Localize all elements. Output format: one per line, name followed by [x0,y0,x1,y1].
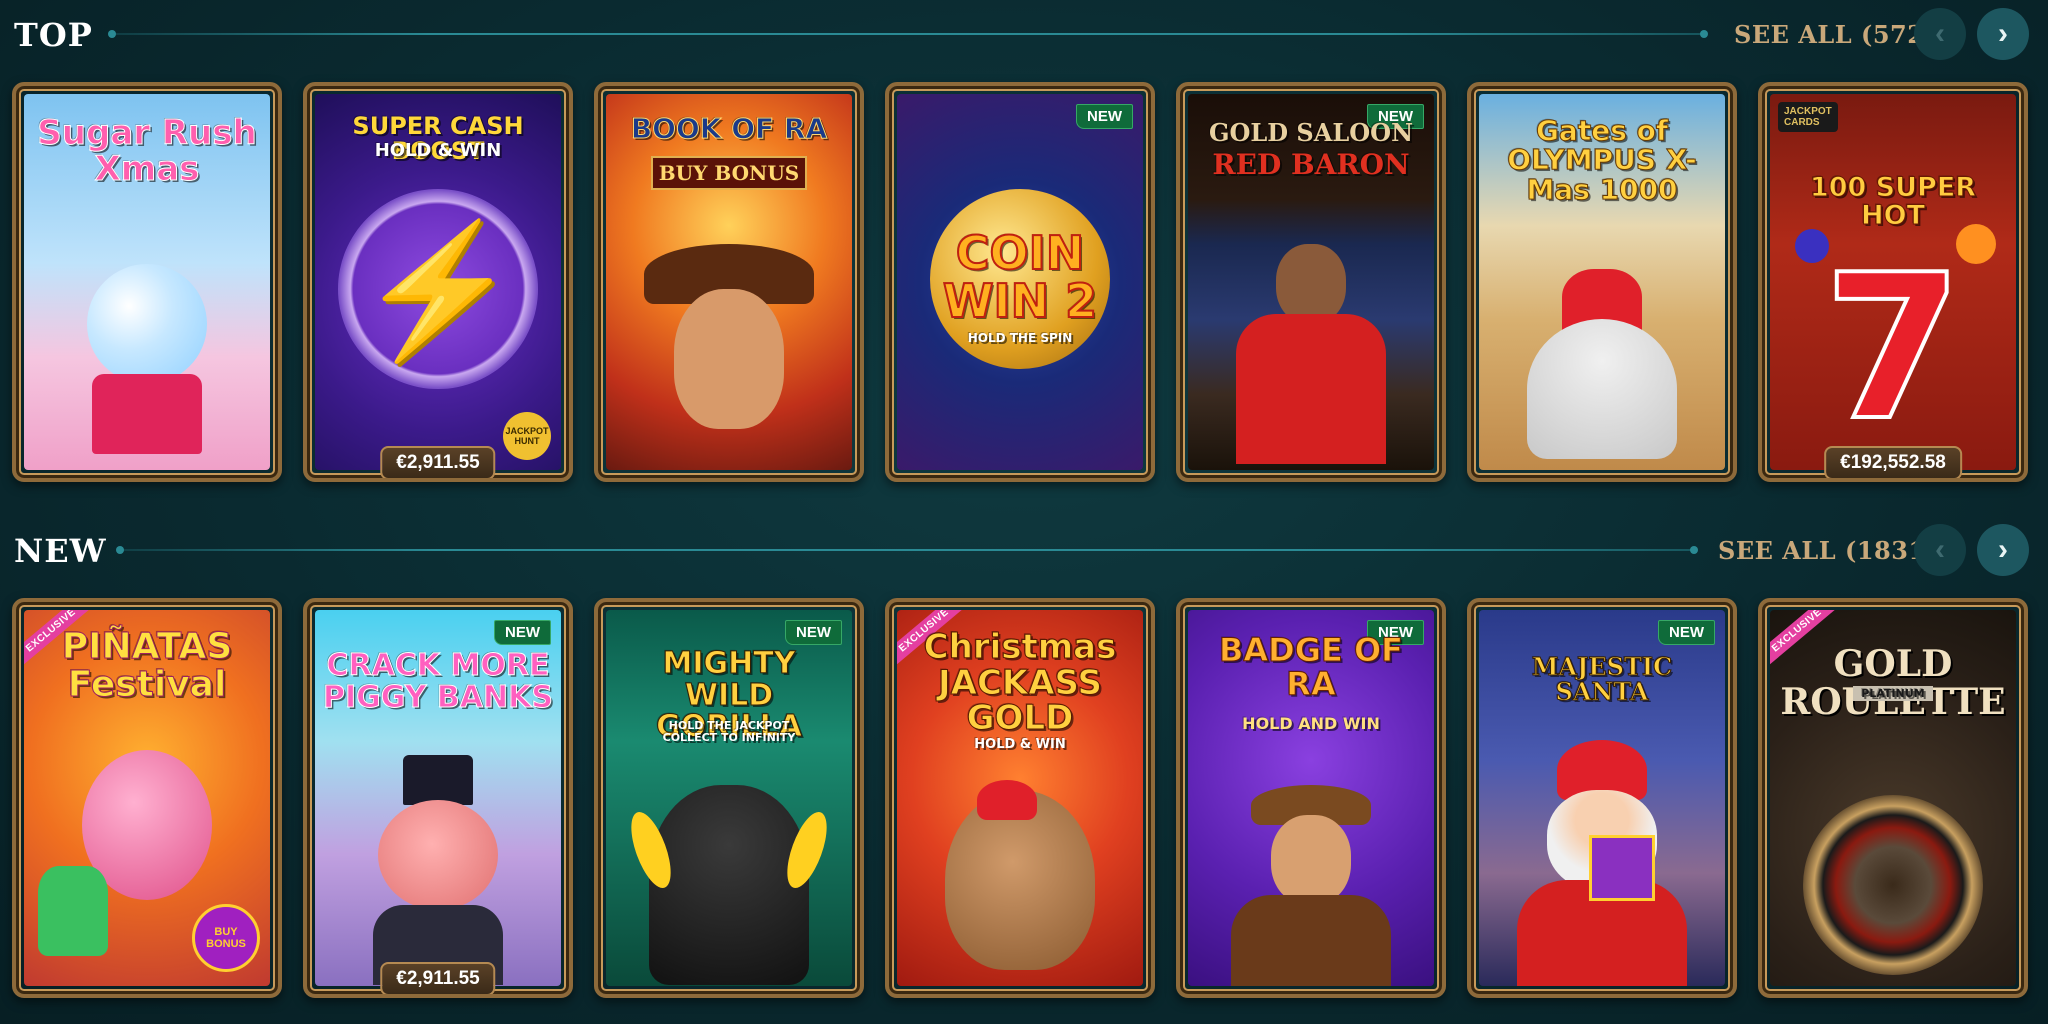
chevron-right-icon: › [1998,17,2008,50]
game-thumbnail: NEW MAJESTIC SANTA [1479,610,1725,986]
new-badge: NEW [1658,620,1715,645]
see-all-link[interactable]: SEE ALL (1831) [1718,536,1938,565]
game-title: GOLD SALOON [1208,118,1414,147]
game-thumbnail: NEW GOLD SALOON RED BARON [1188,94,1434,470]
next-arrow-button[interactable]: › [1977,8,2029,60]
game-title: Sugar Rush Xmas [37,113,257,189]
jackpot-hunt-logo: JACKPOT HUNT [503,412,551,460]
section-divider [116,546,1698,554]
game-title: Christmas JACKASS GOLD [923,627,1117,739]
game-card[interactable]: NEW BADGE OF RA HOLD AND WIN [1176,598,1446,998]
pinata-donkey [38,866,108,956]
game-card[interactable]: BOOK OF RA BUY BONUS [594,82,864,482]
game-title: MAJESTIC SANTA [1531,652,1673,707]
next-arrow-button[interactable]: › [1977,524,2029,576]
see-all-link[interactable]: SEE ALL (572) [1734,20,1936,49]
lucky-seven-symbol: 7 [1821,232,1964,465]
game-thumbnail: EXCLUSIVE PIÑATAS Festival BUY BONUS [24,610,270,986]
platinum-label: PLATINUM [1853,686,1933,701]
game-subtitle: HOLD THE SPIN [967,331,1073,345]
new-badge: NEW [494,620,551,645]
section-title: NEW [14,532,107,570]
game-title: Gates of OLYMPUS X-Mas 1000 [1507,114,1698,206]
game-title: BOOK OF RA [630,112,828,145]
game-card[interactable]: EXCLUSIVE Christmas JACKASS GOLD HOLD & … [885,598,1155,998]
roulette-wheel [1803,795,1983,975]
pig-face [378,800,498,910]
orange-fruit [1956,224,1996,264]
game-card[interactable]: Sugar Rush Xmas [12,82,282,482]
game-card[interactable]: EXCLUSIVE GOLD ROULETTE PLATINUM [1758,598,2028,998]
game-subtitle: HOLD THE JACKPOT COLLECT TO INFINITY [662,719,796,744]
game-thumbnail: Gates of OLYMPUS X-Mas 1000 [1479,94,1725,470]
game-card[interactable]: NEW MIGHTY WILD GORILLA HOLD THE JACKPOT… [594,598,864,998]
gift-box [1588,835,1655,901]
zeus-beard [1527,319,1677,459]
top-hat [403,755,473,805]
lightning-icon: ⚡ [357,217,519,363]
game-thumbnail: SUPER CASH BOOST HOLD & WIN ⚡ JACKPOT HU… [315,94,561,470]
santa-hat [977,780,1037,820]
section-header: TOP SEE ALL (572) ‹ › [0,0,2048,68]
section-divider [108,30,1708,38]
prev-arrow-button[interactable]: ‹ [1914,524,1966,576]
game-subtitle: HOLD & WIN [374,140,502,161]
game-thumbnail: BOOK OF RA BUY BONUS [606,94,852,470]
chevron-left-icon: ‹ [1935,17,1945,50]
game-thumbnail: Sugar Rush Xmas [24,94,270,470]
game-card[interactable]: NEW COIN WIN 2 HOLD THE SPIN [885,82,1155,482]
game-card[interactable]: NEW MAJESTIC SANTA [1467,598,1737,998]
jackpot-amount: €192,552.58 [1824,446,1962,478]
jackpot-amount: €2,911.55 [380,446,496,478]
game-thumbnail: JACKPOT CARDS 100 SUPER HOT 7 [1770,94,2016,470]
game-card[interactable]: NEW GOLD SALOON RED BARON [1176,82,1446,482]
section-header: NEW SEE ALL (1831) ‹ › [0,516,2048,584]
game-title: BADGE OF RA [1218,631,1404,703]
host-uniform [1236,314,1386,464]
hero-face [1271,815,1351,905]
new-badge: NEW [785,620,842,645]
game-thumbnail: NEW BADGE OF RA HOLD AND WIN [1188,610,1434,986]
game-thumbnail: EXCLUSIVE GOLD ROULETTE PLATINUM [1770,610,2016,986]
adventurer-face [674,289,784,429]
prev-arrow-button[interactable]: ‹ [1914,8,1966,60]
game-thumbnail: NEW MIGHTY WILD GORILLA HOLD THE JACKPOT… [606,610,852,986]
gorilla [649,785,809,985]
game-subtitle: RED BARON [1212,148,1410,181]
game-thumbnail: EXCLUSIVE Christmas JACKASS GOLD HOLD & … [897,610,1143,986]
game-title: 100 SUPER HOT [1809,172,1977,232]
game-thumbnail: NEW COIN WIN 2 HOLD THE SPIN [897,94,1143,470]
chevron-left-icon: ‹ [1935,533,1945,566]
buy-bonus-banner: BUY BONUS [651,156,807,190]
game-thumbnail: NEW CRACK MORE PIGGY BANKS [315,610,561,986]
plum-fruit [1795,229,1829,263]
game-card[interactable]: SUPER CASH BOOST HOLD & WIN ⚡ JACKPOT HU… [303,82,573,482]
buy-bonus-badge: BUY BONUS [192,904,260,972]
game-subtitle: HOLD AND WIN [1242,714,1380,733]
section-title: TOP [14,16,93,54]
jackpot-amount: €2,911.55 [380,962,496,994]
game-title: PIÑATAS Festival [61,626,233,705]
game-subtitle: HOLD & WIN [974,737,1066,752]
game-title: CRACK MORE PIGGY BANKS [323,648,554,715]
leather-jacket [1231,895,1391,986]
chevron-right-icon: › [1998,533,2008,566]
game-card[interactable]: NEW CRACK MORE PIGGY BANKS €2,911.55 [303,598,573,998]
jackpot-cards-logo: JACKPOT CARDS [1778,102,1838,132]
gumball-base [92,374,202,454]
game-title: GOLD ROULETTE [1780,643,2006,723]
game-title: COIN WIN 2 [942,226,1098,329]
host-face [1276,244,1346,324]
game-subtitle: PLATINUM [1770,686,2016,701]
game-card[interactable]: EXCLUSIVE PIÑATAS Festival BUY BONUS [12,598,282,998]
gumball-machine [87,264,207,384]
new-badge: NEW [1076,104,1133,129]
game-card[interactable]: JACKPOT CARDS 100 SUPER HOT 7 €192,552.5… [1758,82,2028,482]
game-card[interactable]: Gates of OLYMPUS X-Mas 1000 [1467,82,1737,482]
